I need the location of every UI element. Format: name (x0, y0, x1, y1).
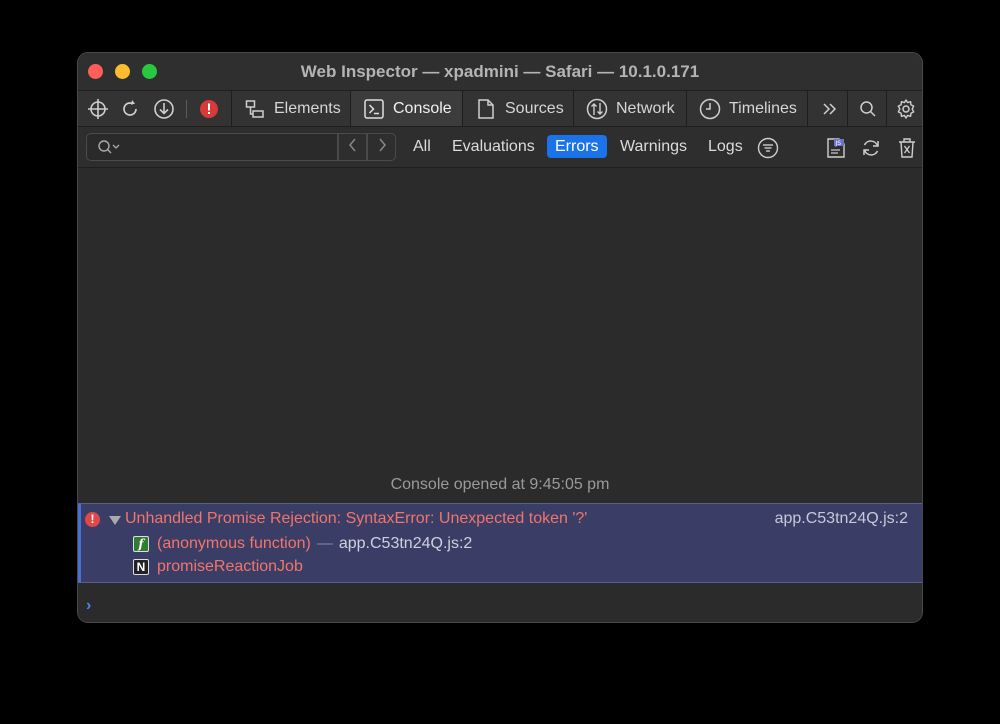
download-icon[interactable] (152, 97, 176, 121)
tab-overflow-button[interactable] (807, 91, 847, 126)
filter-warnings-button[interactable]: Warnings (612, 135, 695, 158)
error-badge-icon[interactable] (197, 97, 221, 121)
stack-frame-row: f (anonymous function) — app.C53tn24Q.js… (133, 534, 472, 554)
error-source-link[interactable]: app.C53tn24Q.js:2 (775, 510, 908, 528)
error-message-text: Unhandled Promise Rejection: SyntaxError… (125, 510, 588, 527)
function-badge-icon: f (133, 536, 149, 552)
chevron-right-icon (376, 137, 388, 158)
refresh-icon[interactable] (859, 136, 883, 160)
tab-label: Console (393, 99, 452, 117)
gear-icon (895, 98, 917, 120)
crosshair-icon[interactable] (86, 97, 110, 121)
clock-icon (699, 98, 721, 120)
tab-network[interactable]: Network (573, 91, 686, 126)
settings-button[interactable] (886, 91, 922, 126)
web-inspector-window: Web Inspector — xpadmini — Safari — 10.1… (77, 52, 923, 623)
native-badge-icon: N (133, 559, 149, 575)
stack-frame-row: N promiseReactionJob (133, 557, 303, 577)
elements-icon (244, 98, 266, 120)
error-icon: ! (85, 512, 100, 527)
chevron-double-right-icon (818, 98, 840, 120)
reload-icon[interactable] (118, 97, 142, 121)
tab-elements[interactable]: Elements (231, 91, 350, 126)
tab-sources[interactable]: Sources (462, 91, 573, 126)
filter-logs-button[interactable]: Logs (700, 135, 751, 158)
document-icon (475, 98, 497, 120)
search-button[interactable] (847, 91, 886, 126)
toolbar-divider (186, 100, 187, 118)
tab-console[interactable]: Console (350, 91, 462, 126)
tab-label: Elements (274, 99, 341, 117)
stack-frame-function: promiseReactionJob (157, 558, 303, 575)
filter-all-button[interactable]: All (405, 135, 439, 158)
previous-result-button[interactable] (338, 133, 367, 161)
filter-evaluations-button[interactable]: Evaluations (444, 135, 543, 158)
search-icon (857, 98, 879, 120)
console-search-input[interactable] (86, 133, 338, 161)
console-output: Console opened at 9:45:05 pm (78, 168, 922, 503)
console-prompt-area[interactable]: › (78, 583, 922, 622)
chevron-left-icon (347, 137, 359, 158)
stack-frame-location-link[interactable]: app.C53tn24Q.js:2 (339, 535, 472, 553)
network-icon (586, 98, 608, 120)
stack-frame-function: (anonymous function) (157, 535, 311, 552)
title-bar: Web Inspector — xpadmini — Safari — 10.1… (78, 53, 922, 90)
tab-bar: Elements Console Sources Network Timelin… (78, 90, 922, 127)
console-prompt-icon: › (86, 597, 92, 614)
tab-label: Sources (505, 99, 564, 117)
disclosure-triangle-icon[interactable] (109, 516, 121, 525)
next-result-button[interactable] (367, 133, 396, 161)
stack-frame-separator: — (316, 535, 333, 552)
tab-label: Timelines (729, 99, 797, 117)
filter-errors-button[interactable]: Errors (547, 135, 607, 158)
tab-label: Network (616, 99, 675, 117)
console-opened-message: Console opened at 9:45:05 pm (390, 476, 610, 493)
tab-timelines[interactable]: Timelines (686, 91, 807, 126)
console-filter-bar: All Evaluations Errors Warnings Logs JS (78, 127, 922, 168)
trash-icon[interactable] (895, 136, 919, 160)
error-message-row[interactable]: ! Unhandled Promise Rejection: SyntaxErr… (78, 503, 922, 583)
console-icon (363, 98, 385, 120)
javascript-file-icon[interactable]: JS (824, 136, 848, 160)
svg-text:JS: JS (835, 140, 842, 147)
filter-options-icon[interactable] (756, 136, 780, 160)
window-title: Web Inspector — xpadmini — Safari — 10.1… (300, 62, 700, 81)
search-icon (97, 138, 121, 161)
